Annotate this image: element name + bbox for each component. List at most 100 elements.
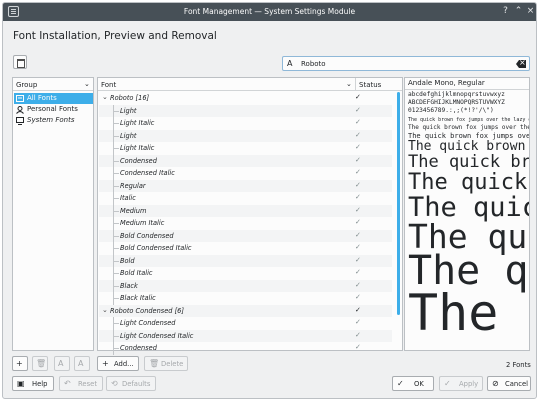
tree-branch bbox=[113, 260, 119, 262]
font-style-row[interactable]: Bold Condensed ✓ bbox=[99, 229, 392, 242]
status-check-icon[interactable]: ✓ bbox=[355, 293, 361, 301]
font-style-row[interactable]: Light ✓ bbox=[99, 129, 392, 142]
add-font-button[interactable]: + Add... bbox=[97, 356, 139, 371]
status-check-icon[interactable]: ✓ bbox=[355, 318, 361, 326]
undo-icon: ↶ bbox=[64, 379, 71, 388]
font-name: Condensed bbox=[120, 156, 157, 165]
font-style-row[interactable]: Condensed ✓ bbox=[99, 342, 392, 355]
font-name: Black bbox=[120, 281, 138, 290]
defaults-label: Defaults bbox=[122, 380, 151, 388]
group-item-system-fonts[interactable]: System Fonts bbox=[14, 115, 93, 126]
enable-font-button[interactable]: A bbox=[54, 356, 70, 371]
font-style-row[interactable]: Black ✓ bbox=[99, 279, 392, 292]
status-check-icon[interactable]: ✓ bbox=[355, 343, 361, 351]
status-column-header[interactable]: Status bbox=[359, 81, 381, 89]
status-check-icon[interactable]: ✓ bbox=[355, 243, 361, 251]
search-filter-icon[interactable]: A bbox=[287, 59, 292, 68]
font-style-row[interactable]: Bold Condensed Italic ✓ bbox=[99, 242, 392, 255]
status-check-icon[interactable]: ✓ bbox=[355, 168, 361, 176]
font-style-row[interactable]: Medium ✓ bbox=[99, 204, 392, 217]
tree-branch bbox=[113, 323, 119, 324]
help-titlebar-icon[interactable]: ? bbox=[499, 5, 512, 18]
font-style-row[interactable]: Bold ✓ bbox=[99, 254, 392, 267]
font-group-toggle-button[interactable] bbox=[13, 55, 27, 69]
trash-icon: 🗑 bbox=[149, 359, 160, 368]
font-name: Regular bbox=[120, 181, 146, 190]
font-style-row[interactable]: Light Condensed ✓ bbox=[99, 317, 392, 330]
status-check-icon[interactable]: ✓ bbox=[355, 331, 361, 339]
cancel-button[interactable]: ⊘ Cancel bbox=[487, 376, 531, 391]
preview-line: The quick brown fox jumps over the lazy … bbox=[408, 117, 530, 123]
reset-button[interactable]: ↶ Reset bbox=[59, 376, 103, 391]
group-item-personal-fonts[interactable]: Personal Fonts bbox=[14, 104, 93, 115]
chevron-down-icon[interactable]: ⌄ bbox=[346, 80, 352, 88]
person-icon bbox=[16, 106, 24, 114]
apply-button[interactable]: ✓ Apply bbox=[439, 376, 483, 391]
font-style-row[interactable]: Light Italic ✓ bbox=[99, 142, 392, 155]
expand-chevron-icon[interactable]: ⌄ bbox=[102, 93, 108, 101]
status-check-icon[interactable]: ✓ bbox=[355, 218, 361, 226]
plus-icon: + bbox=[102, 359, 109, 368]
reset-label: Reset bbox=[78, 380, 97, 388]
delete-group-button[interactable]: 🗑 bbox=[32, 356, 48, 371]
search-input[interactable]: A Roboto bbox=[282, 56, 530, 71]
create-group-button[interactable]: + bbox=[12, 356, 28, 371]
status-check-icon[interactable]: ✓ bbox=[355, 256, 361, 264]
status-check-icon[interactable]: ✓ bbox=[355, 93, 361, 101]
tree-branch bbox=[113, 198, 119, 199]
help-button[interactable]: ▣ Help bbox=[12, 376, 54, 391]
status-check-icon[interactable]: ✓ bbox=[355, 143, 361, 151]
tree-branch bbox=[113, 110, 119, 112]
preview-line: abcdefghijklmnopqrstuvwxyz bbox=[408, 91, 505, 98]
scrollbar-thumb[interactable] bbox=[397, 92, 400, 315]
font-style-row[interactable]: Condensed ✓ bbox=[99, 154, 392, 167]
font-style-row[interactable]: Light Condensed Italic ✓ bbox=[99, 329, 392, 342]
font-style-row[interactable]: Medium Italic ✓ bbox=[99, 217, 392, 230]
font-name: Light Condensed Italic bbox=[120, 331, 194, 340]
defaults-button[interactable]: ⟲ Defaults bbox=[106, 376, 156, 391]
status-check-icon[interactable]: ✓ bbox=[355, 181, 361, 189]
font-family-row[interactable]: ⌄ Roboto Condensed [6] ✓ bbox=[99, 304, 392, 317]
group-item-all-fonts[interactable]: All Fonts bbox=[14, 93, 93, 104]
font-management-window: Font Management — System Settings Module… bbox=[2, 2, 537, 399]
font-style-row[interactable]: Light ✓ bbox=[99, 104, 392, 117]
font-style-row[interactable]: Condensed Italic ✓ bbox=[99, 167, 392, 180]
column-divider[interactable] bbox=[355, 78, 356, 91]
title-bar: Font Management — System Settings Module… bbox=[3, 3, 536, 21]
status-check-icon[interactable]: ✓ bbox=[355, 131, 361, 139]
divider bbox=[405, 89, 529, 90]
status-check-icon[interactable]: ✓ bbox=[355, 156, 361, 164]
font-style-row[interactable]: Light Italic ✓ bbox=[99, 117, 392, 130]
status-check-icon[interactable]: ✓ bbox=[355, 106, 361, 114]
delete-font-button[interactable]: 🗑 Delete bbox=[144, 356, 188, 371]
font-style-row[interactable]: Regular ✓ bbox=[99, 179, 392, 192]
disable-font-button[interactable]: A bbox=[74, 356, 90, 371]
status-check-icon[interactable]: ✓ bbox=[355, 281, 361, 289]
font-name: Condensed bbox=[120, 344, 157, 352]
font-family-row[interactable]: ⌄ Roboto [16] ✓ bbox=[99, 92, 392, 105]
all-fonts-icon bbox=[16, 95, 24, 102]
ok-button[interactable]: ✓ OK bbox=[392, 376, 434, 391]
font-column-header[interactable]: Font bbox=[101, 81, 116, 89]
plus-icon: + bbox=[16, 359, 23, 368]
font-style-row[interactable]: Black Italic ✓ bbox=[99, 292, 392, 305]
font-style-row[interactable]: Bold Italic ✓ bbox=[99, 267, 392, 280]
clear-search-icon[interactable] bbox=[516, 60, 526, 68]
group-list-header[interactable]: Group ⌄ bbox=[13, 78, 93, 91]
status-check-icon[interactable]: ✓ bbox=[355, 193, 361, 201]
status-check-icon[interactable]: ✓ bbox=[355, 118, 361, 126]
font-list-scrollbar[interactable] bbox=[395, 92, 402, 350]
monitor-icon bbox=[16, 117, 24, 125]
status-check-icon[interactable]: ✓ bbox=[355, 268, 361, 276]
tree-branch bbox=[113, 273, 119, 274]
expand-chevron-icon[interactable]: ⌄ bbox=[102, 306, 108, 314]
close-window-icon[interactable]: × bbox=[524, 5, 536, 18]
status-check-icon[interactable]: ✓ bbox=[355, 306, 361, 314]
tree-branch bbox=[113, 135, 119, 137]
status-check-icon[interactable]: ✓ bbox=[355, 206, 361, 214]
font-style-row[interactable]: Italic ✓ bbox=[99, 192, 392, 205]
font-name: Italic bbox=[120, 194, 136, 202]
font-name: Bold bbox=[120, 256, 135, 265]
preview-font-name: Andale Mono, Regular bbox=[408, 79, 485, 87]
status-check-icon[interactable]: ✓ bbox=[355, 231, 361, 239]
